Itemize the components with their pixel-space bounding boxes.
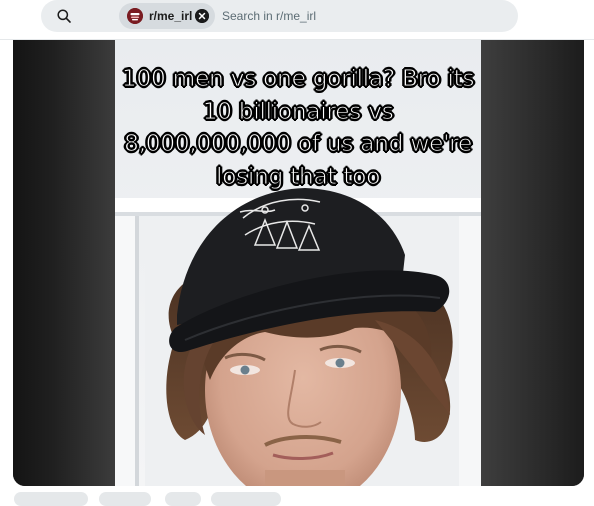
search-box[interactable]: r/me_irl xyxy=(41,0,518,32)
video-frame[interactable]: 100 men vs one gorilla? Bro its 10 billi… xyxy=(115,40,481,486)
community-chip-label: r/me_irl xyxy=(149,9,193,23)
share-button[interactable] xyxy=(211,492,281,506)
vote-button-group[interactable] xyxy=(14,492,88,506)
video-caption: 100 men vs one gorilla? Bro its 10 billi… xyxy=(121,64,475,191)
community-filter-chip[interactable]: r/me_irl xyxy=(119,3,215,29)
post-actions-row xyxy=(0,488,594,506)
comments-button[interactable] xyxy=(99,492,151,506)
subreddit-avatar-icon xyxy=(127,8,143,24)
video-blur-right xyxy=(481,40,584,486)
video-blur-left xyxy=(13,40,115,486)
search-input[interactable] xyxy=(222,6,502,26)
award-button[interactable] xyxy=(165,492,201,506)
search-icon xyxy=(57,9,71,23)
post-media-player[interactable]: 100 men vs one gorilla? Bro its 10 billi… xyxy=(13,40,584,486)
close-icon[interactable] xyxy=(195,9,209,23)
top-search-bar: r/me_irl xyxy=(0,0,594,40)
